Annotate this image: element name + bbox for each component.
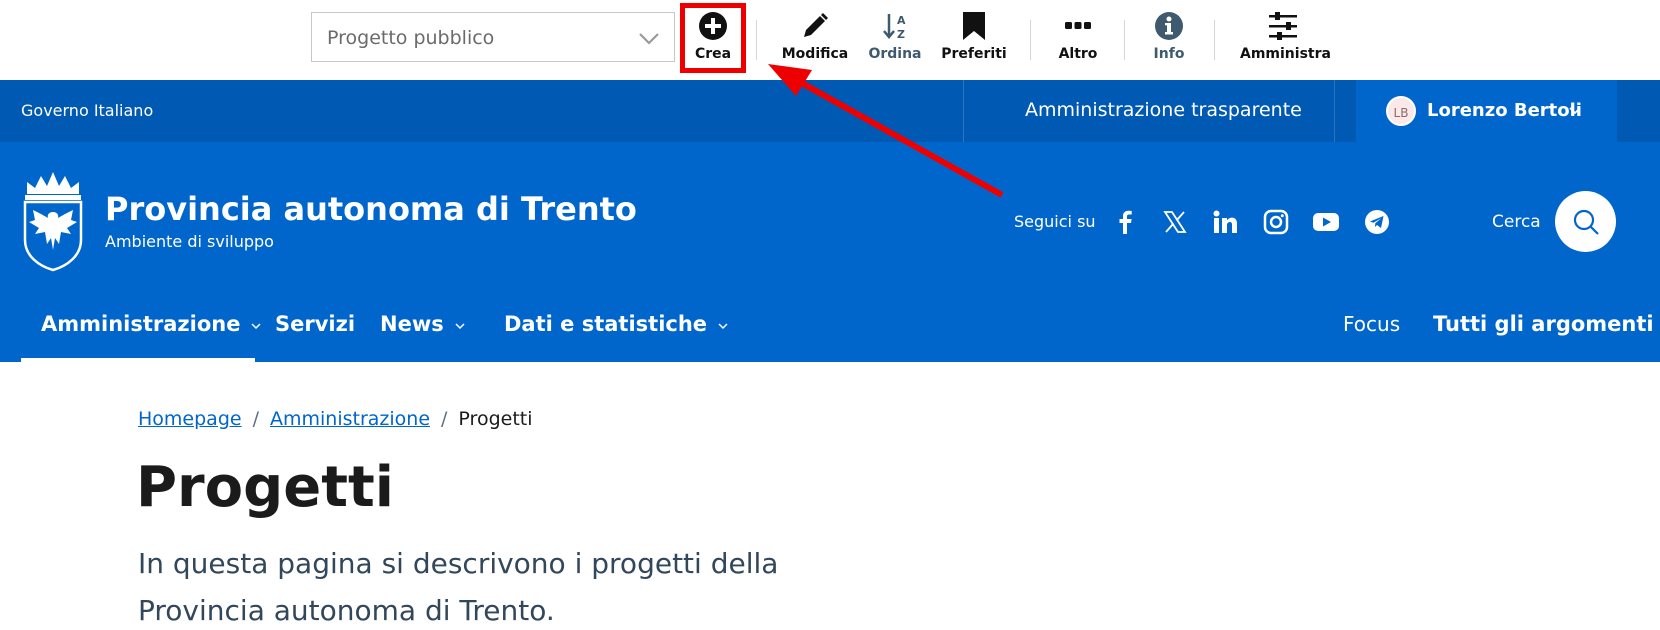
- search-icon: [1573, 209, 1599, 235]
- more-dots-icon: [1063, 11, 1093, 45]
- slim-divider: [963, 80, 964, 142]
- chevron-down-icon: [454, 313, 466, 337]
- nav-item-focus[interactable]: Focus: [1343, 312, 1400, 336]
- modifica-label: Modifica: [781, 46, 849, 62]
- pencil-icon: [800, 11, 830, 45]
- youtube-icon[interactable]: [1312, 208, 1340, 236]
- search-label: Cerca: [1492, 212, 1541, 232]
- crea-highlight-box: [680, 3, 746, 73]
- nav-item-servizi[interactable]: Servizi: [275, 312, 355, 336]
- social-label: Seguici su: [1014, 212, 1096, 231]
- center-header: Provincia autonoma di Trento Ambiente di…: [0, 142, 1660, 282]
- breadcrumb-separator: /: [441, 408, 448, 430]
- nav-item-label: Dati e statistiche: [504, 312, 708, 336]
- governo-italiano-link[interactable]: Governo Italiano: [21, 101, 153, 120]
- svg-text:A: A: [897, 14, 906, 27]
- amministra-button[interactable]: Amministra: [1240, 0, 1331, 76]
- chevron-down-icon: [1568, 103, 1582, 122]
- ordina-label: Ordina: [868, 46, 922, 62]
- nav-item-tutti-gli-argomenti[interactable]: Tutti gli argomenti: [1433, 312, 1654, 336]
- x-icon[interactable]: [1161, 208, 1189, 236]
- linkedin-icon[interactable]: [1211, 208, 1239, 236]
- modifica-button[interactable]: Modifica: [780, 0, 850, 76]
- sliders-icon: [1268, 11, 1298, 45]
- nav-item-label: Servizi: [275, 312, 356, 336]
- toolbar-divider: [1124, 20, 1125, 60]
- facebook-icon[interactable]: [1111, 208, 1139, 236]
- slim-divider: [1334, 80, 1335, 142]
- toolbar-divider: [1030, 20, 1031, 60]
- amministra-label: Amministra: [1240, 46, 1331, 62]
- sort-alpha-icon: AZ: [880, 11, 910, 45]
- page-title: Progetti: [136, 455, 394, 520]
- info-button[interactable]: Info: [1144, 0, 1194, 76]
- altro-button[interactable]: Altro: [1050, 0, 1106, 76]
- user-name: Lorenzo Bertoli: [1427, 100, 1582, 121]
- breadcrumb-separator: /: [252, 408, 259, 430]
- preferiti-button[interactable]: Preferiti: [940, 0, 1008, 76]
- avatar: LB: [1386, 96, 1416, 126]
- svg-text:Z: Z: [897, 28, 905, 41]
- coat-of-arms-logo[interactable]: [21, 168, 85, 276]
- admin-toolbar: Progetto pubblico Crea Modifica AZ Ordin…: [0, 0, 1660, 80]
- altro-label: Altro: [1058, 46, 1098, 62]
- amministrazione-trasparente-link[interactable]: Amministrazione trasparente: [1025, 99, 1302, 121]
- chevron-down-icon: [717, 313, 729, 337]
- instagram-icon[interactable]: [1262, 208, 1290, 236]
- nav-item-amministrazione[interactable]: Amministrazione: [41, 312, 262, 337]
- nav-item-dati-e-statistiche[interactable]: Dati e statistiche: [504, 312, 729, 337]
- toolbar-divider: [756, 20, 757, 60]
- info-icon: [1154, 11, 1184, 45]
- telegram-icon[interactable]: [1363, 208, 1391, 236]
- nav-item-label: Amministrazione: [41, 312, 241, 336]
- preferiti-label: Preferiti: [941, 46, 1007, 62]
- toolbar-divider: [1214, 20, 1215, 60]
- nav-item-label: News: [380, 312, 444, 336]
- page-description: In questa pagina si descrivono i progett…: [138, 547, 779, 627]
- user-menu[interactable]: LB Lorenzo Bertoli: [1356, 80, 1617, 142]
- site-subtitle: Ambiente di sviluppo: [105, 232, 274, 251]
- slim-header: Governo Italiano Amministrazione traspar…: [0, 80, 1660, 142]
- site-title[interactable]: Provincia autonoma di Trento: [105, 190, 637, 228]
- info-label: Info: [1153, 46, 1185, 62]
- chevron-down-icon: [250, 313, 262, 337]
- search-button[interactable]: [1555, 191, 1616, 252]
- breadcrumb-current: Progetti: [458, 408, 533, 430]
- main-navbar: Amministrazione Servizi News Dati e stat…: [0, 282, 1660, 362]
- breadcrumb: Homepage / Amministrazione / Progetti: [138, 408, 533, 430]
- ordina-button[interactable]: AZ Ordina: [864, 0, 926, 76]
- content-type-select-value: Progetto pubblico: [327, 27, 495, 49]
- breadcrumb-link-homepage[interactable]: Homepage: [138, 408, 242, 430]
- chevron-down-icon: [638, 27, 660, 53]
- nav-active-indicator: [21, 358, 255, 362]
- nav-item-news[interactable]: News: [380, 312, 466, 337]
- breadcrumb-link-amministrazione[interactable]: Amministrazione: [270, 408, 430, 430]
- bookmark-icon: [961, 11, 987, 45]
- content-type-select[interactable]: Progetto pubblico: [311, 12, 675, 62]
